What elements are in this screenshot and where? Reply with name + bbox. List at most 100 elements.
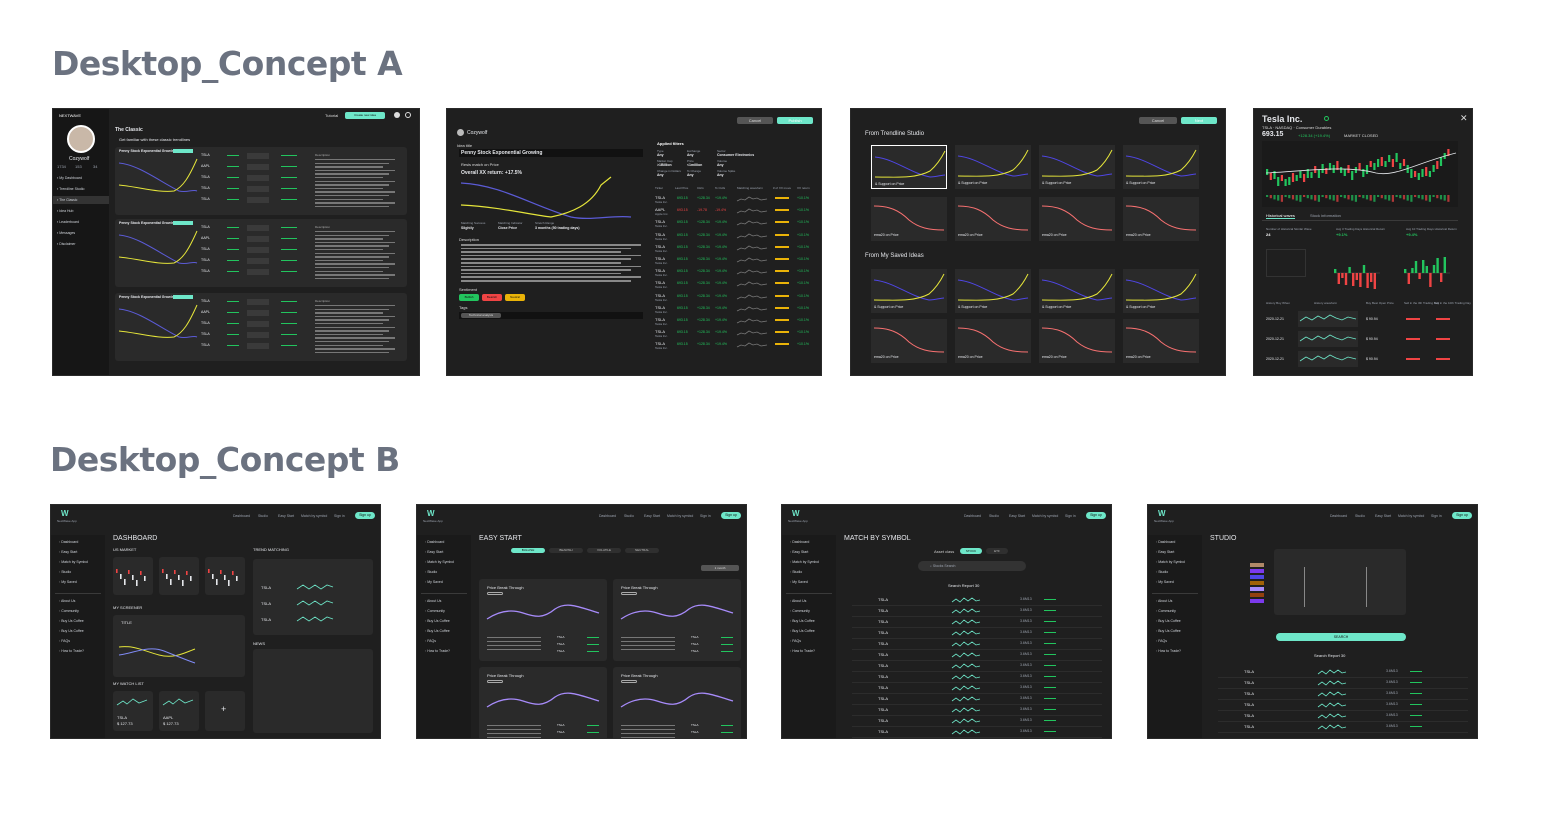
create-idea-button[interactable]: Create new idea (345, 112, 385, 119)
top-nav-dashboard[interactable]: Dashboard (599, 514, 616, 518)
side-nav-faqs[interactable]: ◦ FAQs (59, 639, 70, 643)
result-row-ticker[interactable]: TSLA (878, 685, 888, 690)
market-card[interactable] (205, 557, 245, 595)
sentiment-neutral[interactable]: Neutral (505, 294, 525, 301)
signup-button[interactable]: Sign up (721, 512, 741, 519)
easy-start-card[interactable]: Price Break Through TSLA TSLA TSLA (479, 667, 607, 738)
publish-button[interactable]: Publish (777, 117, 813, 124)
top-nav-studio[interactable]: Studio (258, 514, 268, 518)
trendline-tile[interactable]: & Support on Price (1039, 145, 1115, 189)
side-nav-community[interactable]: ◦ Community (59, 609, 79, 613)
top-nav-sign-in[interactable]: Sign in (1431, 514, 1442, 518)
sidebar-item-idea-hub[interactable]: ▪ Idea Hub (57, 209, 73, 213)
trendline-tile[interactable]: ema20 on Price (1039, 197, 1115, 241)
side-nav-easy-start[interactable]: ◦ Easy Start (790, 550, 808, 554)
studio-canvas[interactable] (1274, 549, 1406, 615)
sidebar-item-my-dashboard[interactable]: ▪ My Dashboard (57, 176, 82, 180)
side-nav-about-us[interactable]: ◦ About Us (790, 599, 806, 603)
trendline-tile[interactable]: ema20 on Price (1039, 319, 1115, 363)
side-nav-about-us[interactable]: ◦ About Us (1156, 599, 1172, 603)
trendline-tile[interactable]: & Support on Price (955, 269, 1031, 313)
side-nav-community[interactable]: ◦ Community (1156, 609, 1176, 613)
result-row-ticker[interactable]: TSLA (878, 663, 888, 668)
side-nav-buy-us-coffee[interactable]: ◦ Buy Us Coffee (790, 629, 815, 633)
top-nav-easy-start[interactable]: Easy Start (1009, 514, 1025, 518)
side-nav-buy-us-coffee[interactable]: ◦ Buy Us Coffee (1156, 619, 1181, 623)
top-nav-easy-start[interactable]: Easy Start (278, 514, 294, 518)
trend-row-ticker[interactable]: TSLA (261, 617, 271, 622)
side-nav-easy-start[interactable]: ◦ Easy Start (1156, 550, 1174, 554)
trendline-tile[interactable]: & Support on Price (871, 269, 947, 313)
idea-card[interactable]: Penny Stock Exponential Growing TSLA AAPL T… (115, 219, 407, 287)
top-nav-studio[interactable]: Studio (989, 514, 999, 518)
top-nav-dashboard[interactable]: Dashboard (964, 514, 981, 518)
side-nav-buy-us-coffee[interactable]: ◦ Buy Us Coffee (59, 619, 84, 623)
side-nav-my-saved[interactable]: ◦ My Saved (790, 580, 808, 584)
result-row-ticker[interactable]: TSLA (1244, 713, 1254, 718)
side-nav-faqs[interactable]: ◦ FAQs (425, 639, 436, 643)
side-nav-faqs[interactable]: ◦ FAQs (1156, 639, 1167, 643)
sentiment-bullish[interactable]: Bullish (459, 294, 479, 301)
tutorial-link[interactable]: Tutorial (325, 113, 338, 118)
result-row-ticker[interactable]: TSLA (878, 619, 888, 624)
indicator-swatch[interactable] (1250, 581, 1264, 585)
signup-button[interactable]: Sign up (1452, 512, 1472, 519)
result-row-ticker[interactable]: TSLA (878, 608, 888, 613)
trendline-tile[interactable]: ema20 on Price (871, 197, 947, 241)
market-card[interactable] (113, 557, 153, 595)
sidebar-item-the-classic[interactable]: ▪ The Classic (57, 198, 77, 202)
range-handle-start[interactable] (1304, 567, 1305, 607)
avatar-icon[interactable] (394, 112, 400, 118)
side-nav-buy-us-coffee[interactable]: ◦ Buy Us Coffee (59, 629, 84, 633)
sidebar-item-leaderboard[interactable]: ▪ Leaderboard (57, 220, 79, 224)
sentiment-bearish[interactable]: Bearish (482, 294, 502, 301)
trend-row-ticker[interactable]: TSLA (261, 585, 271, 590)
side-nav-my-saved[interactable]: ◦ My Saved (1156, 580, 1174, 584)
side-nav-about-us[interactable]: ◦ About Us (425, 599, 441, 603)
side-nav-match-by-symbol[interactable]: ◦ Match by Symbol (425, 560, 454, 564)
settings-icon[interactable] (405, 112, 411, 118)
indicator-swatch[interactable] (1250, 593, 1264, 597)
sidebar-item-messages[interactable]: ▪ Messages (57, 231, 75, 235)
side-nav-studio[interactable]: ◦ Studio (59, 570, 71, 574)
side-nav-match-by-symbol[interactable]: ◦ Match by Symbol (790, 560, 819, 564)
side-nav-how-to-trade-[interactable]: ◦ How to Trade? (59, 649, 84, 653)
top-nav-match-by-symbol[interactable]: Match by symbol (1398, 514, 1424, 518)
top-nav-sign-in[interactable]: Sign in (700, 514, 711, 518)
side-nav-about-us[interactable]: ◦ About Us (59, 599, 75, 603)
side-nav-dashboard[interactable]: ◦ Dashboard (425, 540, 444, 544)
side-nav-dashboard[interactable]: ◦ Dashboard (1156, 540, 1175, 544)
chip-neutral[interactable]: NEUTRAL (625, 548, 659, 553)
trendline-tile[interactable]: ema20 on Price (871, 319, 947, 363)
result-row-ticker[interactable]: TSLA (1244, 691, 1254, 696)
result-row-ticker[interactable]: TSLA (1244, 669, 1254, 674)
sidebar-item-disclaimer[interactable]: ▪ Disclaimer (57, 242, 76, 246)
search-button[interactable]: SEARCH (1276, 633, 1406, 641)
easy-start-card[interactable]: Price Break Through TSLA TSLA TSLA (613, 667, 741, 738)
top-nav-sign-in[interactable]: Sign in (334, 514, 345, 518)
idea-card[interactable]: Penny Stock Exponential Growing TSLA AAPL T… (115, 293, 407, 361)
next-button[interactable]: Next (1181, 117, 1217, 124)
tab-historical-waves[interactable]: Historical waves (1266, 213, 1295, 219)
side-nav-match-by-symbol[interactable]: ◦ Match by Symbol (59, 560, 88, 564)
cancel-button[interactable]: Cancel (737, 117, 773, 124)
cancel-button[interactable]: Cancel (1139, 117, 1177, 124)
top-nav-match-by-symbol[interactable]: Match by symbol (1032, 514, 1058, 518)
signup-button[interactable]: Sign up (355, 512, 375, 519)
top-nav-studio[interactable]: Studio (1355, 514, 1365, 518)
tag-chip[interactable]: Technical analysis (461, 313, 501, 318)
trendline-tile[interactable]: & Support on Price (1123, 269, 1199, 313)
side-nav-my-saved[interactable]: ◦ My Saved (59, 580, 77, 584)
result-row-ticker[interactable]: TSLA (1244, 702, 1254, 707)
result-row-ticker[interactable]: TSLA (878, 707, 888, 712)
side-nav-buy-us-coffee[interactable]: ◦ Buy Us Coffee (425, 619, 450, 623)
side-nav-easy-start[interactable]: ◦ Easy Start (425, 550, 443, 554)
top-nav-easy-start[interactable]: Easy Start (1375, 514, 1391, 518)
result-row-ticker[interactable]: TSLA (878, 652, 888, 657)
result-row-ticker[interactable]: TSLA (1244, 724, 1254, 729)
range-handle-end[interactable] (1366, 567, 1367, 607)
top-nav-sign-in[interactable]: Sign in (1065, 514, 1076, 518)
trendline-tile[interactable]: ema20 on Price (1123, 319, 1199, 363)
indicator-swatch[interactable] (1250, 587, 1264, 591)
indicator-swatch[interactable] (1250, 575, 1264, 579)
